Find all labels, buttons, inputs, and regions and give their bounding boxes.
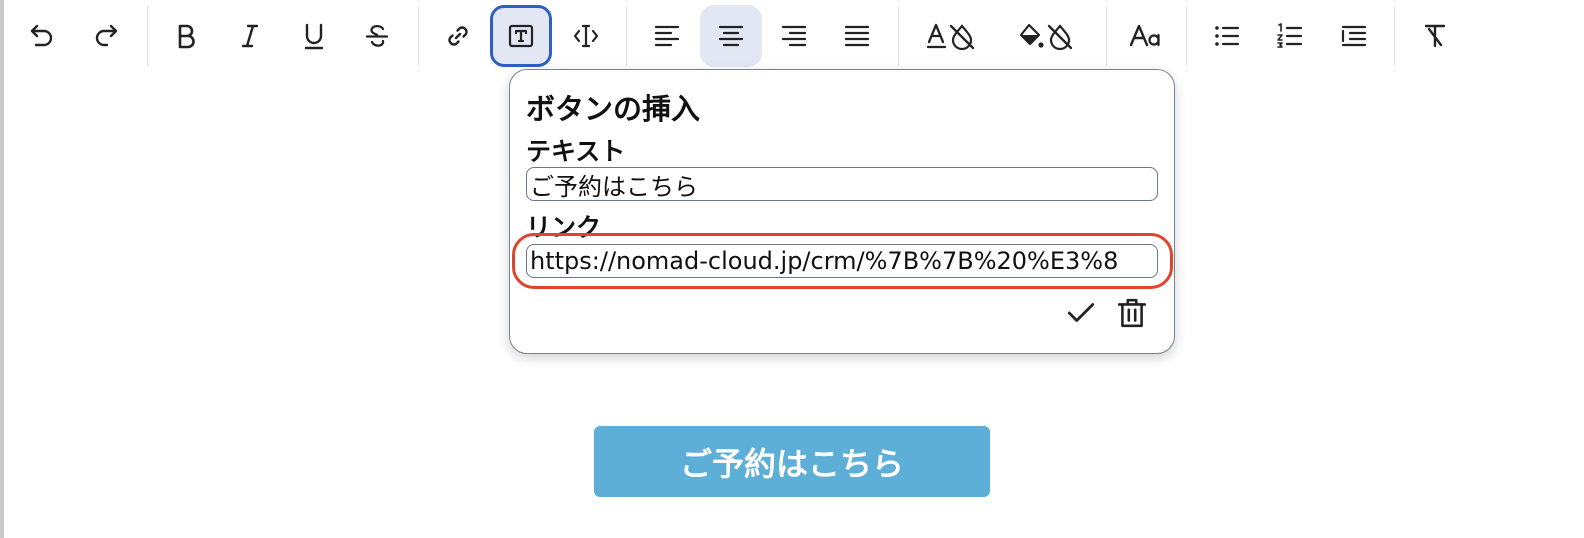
align-left-button[interactable]: [636, 5, 698, 67]
undo-icon: [30, 24, 53, 47]
bold-button[interactable]: [155, 5, 217, 67]
button-text-input[interactable]: [526, 167, 1158, 201]
strikethrough-button[interactable]: [346, 5, 408, 67]
strikethrough-icon: [365, 24, 389, 47]
fill-color-button[interactable]: [1010, 5, 1086, 67]
check-icon: [1067, 303, 1095, 322]
numbered-list-button[interactable]: [1259, 5, 1321, 67]
align-right-button[interactable]: [763, 5, 825, 67]
align-right-icon: [781, 25, 807, 47]
text-color-button[interactable]: [918, 5, 994, 67]
indent-icon: [1341, 25, 1367, 47]
bullet-list-icon: [1215, 26, 1240, 46]
align-justify-icon: [844, 25, 870, 47]
link-field-label: リンク: [526, 213, 602, 242]
indent-button[interactable]: [1323, 5, 1385, 67]
reservation-button[interactable]: ご予約はこちら: [594, 426, 990, 497]
font-size-icon: [1129, 24, 1160, 47]
redo-icon: [95, 24, 118, 47]
align-center-icon: [718, 25, 744, 47]
text-box-icon: [508, 24, 534, 48]
toolbar-separator: [1106, 6, 1107, 66]
text-cursor-icon: [573, 24, 599, 48]
fill-color-icon: [1019, 23, 1073, 51]
insert-button-popup: ボタンの挿入 テキスト リンク: [509, 69, 1175, 354]
clear-format-icon: [1424, 24, 1446, 48]
trash-icon: [1117, 298, 1147, 328]
toolbar-separator: [147, 6, 148, 66]
toolbar-separator: [1394, 6, 1395, 66]
redo-button[interactable]: [75, 5, 137, 67]
confirm-button[interactable]: [1064, 296, 1098, 330]
undo-button[interactable]: [11, 5, 73, 67]
link-button[interactable]: [427, 5, 489, 67]
italic-icon: [241, 24, 259, 48]
button-link-input[interactable]: [526, 244, 1158, 278]
clear-format-button[interactable]: [1404, 5, 1466, 67]
link-icon: [448, 26, 468, 46]
bold-icon: [178, 24, 195, 49]
underline-icon: [304, 23, 324, 50]
align-justify-button[interactable]: [826, 5, 888, 67]
toolbar-separator: [1186, 6, 1187, 66]
font-size-button[interactable]: [1115, 5, 1177, 67]
text-color-icon: [926, 23, 975, 51]
editor-toolbar: [0, 0, 1584, 72]
text-field-label: テキスト: [526, 137, 626, 166]
underline-button[interactable]: [283, 5, 345, 67]
italic-button[interactable]: [219, 5, 281, 67]
bullet-list-button[interactable]: [1196, 5, 1258, 67]
text-cursor-button[interactable]: [555, 5, 617, 67]
align-left-icon: [654, 25, 680, 47]
toolbar-separator: [418, 6, 419, 66]
popup-title: ボタンの挿入: [526, 92, 701, 126]
align-center-button[interactable]: [700, 5, 762, 67]
insert-button-button[interactable]: [490, 5, 552, 67]
toolbar-separator: [626, 6, 627, 66]
editor-left-border: [0, 0, 4, 538]
numbered-list-icon: [1277, 23, 1303, 48]
delete-button[interactable]: [1115, 296, 1149, 330]
toolbar-separator: [898, 6, 899, 66]
